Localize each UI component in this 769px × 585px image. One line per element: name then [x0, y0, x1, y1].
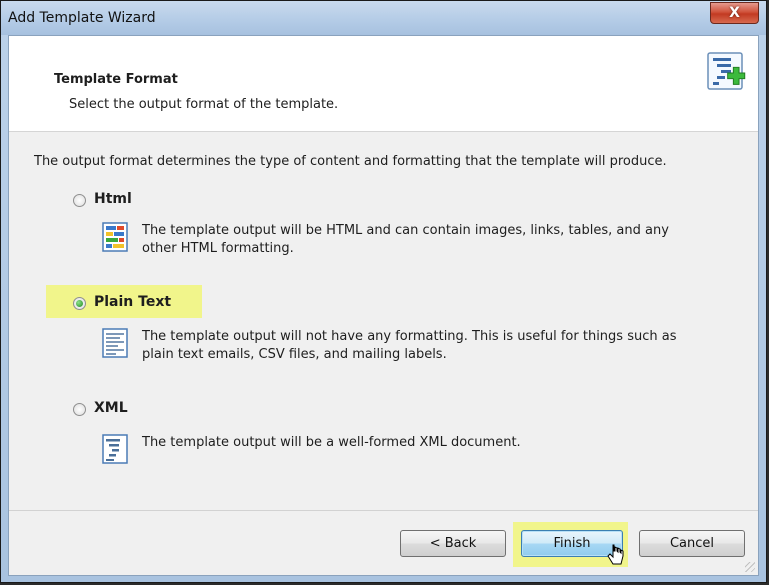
mouse-cursor-icon — [607, 544, 624, 565]
xml-desc-line-1: The template output will be a well-forme… — [142, 435, 521, 450]
wizard-client-area: Template Format Select the output format… — [8, 35, 759, 576]
plain-text-desc-line-2: plain text emails, CSV files, and mailin… — [142, 347, 447, 362]
plain-text-format-icon — [102, 328, 128, 358]
window-title: Add Template Wizard — [8, 10, 156, 26]
close-button[interactable]: X — [710, 2, 759, 24]
plain-text-description: The template output will not have any fo… — [142, 328, 742, 364]
template-add-icon — [707, 52, 746, 90]
plain-text-radio[interactable] — [73, 297, 86, 310]
page-title: Template Format — [54, 72, 178, 87]
cancel-button[interactable]: Cancel — [639, 530, 745, 557]
html-desc-line-2: other HTML formatting. — [142, 241, 294, 256]
back-button[interactable]: < Back — [400, 530, 506, 557]
intro-text: The output format determines the type of… — [34, 154, 667, 169]
html-desc-line-1: The template output will be HTML and can… — [142, 223, 669, 238]
title-bar[interactable]: Add Template Wizard X — [1, 1, 766, 35]
xml-description: The template output will be a well-forme… — [142, 434, 732, 452]
html-format-icon — [102, 222, 128, 252]
html-radio[interactable] — [73, 194, 86, 207]
html-label[interactable]: Html — [94, 191, 132, 207]
wizard-header: Template Format Select the output format… — [9, 36, 758, 132]
xml-label[interactable]: XML — [94, 400, 128, 416]
plain-text-desc-line-1: The template output will not have any fo… — [142, 329, 677, 344]
footer-separator — [9, 510, 758, 511]
plain-text-label[interactable]: Plain Text — [94, 294, 171, 310]
xml-radio[interactable] — [73, 403, 86, 416]
page-subtitle: Select the output format of the template… — [69, 97, 339, 112]
html-description: The template output will be HTML and can… — [142, 222, 732, 258]
wizard-window: Add Template Wizard X Template Format Se… — [0, 0, 767, 583]
resize-grip[interactable] — [745, 562, 755, 572]
xml-format-icon — [102, 434, 128, 464]
